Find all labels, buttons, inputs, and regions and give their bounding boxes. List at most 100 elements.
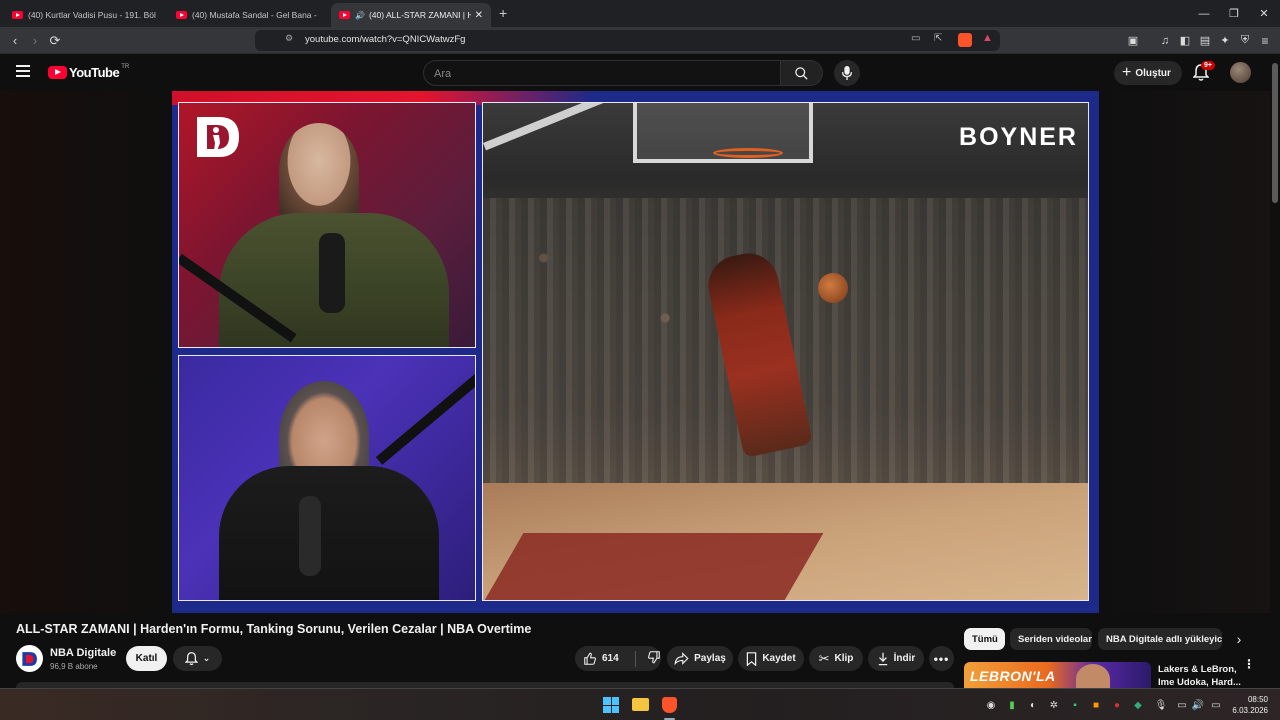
share-page-icon[interactable]: ⇱	[934, 33, 942, 44]
media-icon[interactable]: ♫	[1154, 30, 1176, 51]
back-icon[interactable]: ‹	[4, 30, 26, 51]
tray-app-icon[interactable]: ◆	[1132, 699, 1144, 711]
leo-ai-icon[interactable]: ✦	[1214, 30, 1236, 51]
vpn-icon[interactable]: ⛨	[1234, 30, 1256, 51]
page-background-right	[1099, 91, 1270, 613]
join-button[interactable]: Katıl	[126, 646, 167, 671]
search-button[interactable]	[781, 60, 823, 86]
next-video-title[interactable]: Lakers & LeBron, Ime Udoka, Hard...	[1158, 663, 1241, 689]
tray-app-icon[interactable]: ■	[1090, 699, 1102, 711]
tray-nvidia-icon[interactable]: ▮	[1006, 699, 1018, 711]
url-text: youtube.com/watch?v=QNICWatwzFg	[305, 34, 466, 45]
download-button[interactable]: İndir	[868, 646, 924, 671]
volume-icon[interactable]: 🔊	[1192, 699, 1204, 711]
wallet-icon[interactable]: ▤	[1194, 30, 1216, 51]
search-box[interactable]	[423, 60, 781, 86]
restore-icon[interactable]: ❐	[1219, 0, 1249, 27]
voice-search-button[interactable]	[834, 60, 860, 86]
more-actions-button[interactable]: •••	[929, 646, 954, 671]
create-button[interactable]: + Oluştur	[1114, 61, 1182, 85]
youtube-header: YouTube TR + Oluştur 9+	[0, 55, 1280, 91]
microphone-icon	[841, 66, 853, 80]
chevron-down-icon: ⌄	[202, 653, 211, 663]
chip-uploader-videos[interactable]: NBA Digitale adlı yükleyici	[1098, 628, 1222, 650]
audio-playing-icon[interactable]: 🔊	[355, 11, 365, 20]
taskbar-clock[interactable]: 08:50 6.03.2026	[1232, 694, 1268, 716]
brave-rewards-icon[interactable]: ▲	[982, 32, 993, 44]
tray-app-icon[interactable]: ▪	[1069, 699, 1081, 711]
youtube-favicon-icon	[12, 11, 23, 19]
plus-icon: +	[1122, 64, 1132, 81]
search-icon	[795, 66, 808, 80]
thumbs-down-icon	[648, 651, 660, 664]
next-video-title-line: Lakers & LeBron,	[1158, 664, 1237, 675]
scrollbar-thumb[interactable]	[1272, 63, 1278, 203]
battery-icon[interactable]: ▭	[1208, 699, 1224, 711]
address-bar[interactable]: ⚙ youtube.com/watch?v=QNICWatwzFg ▭ ⇱ ▲	[255, 30, 1000, 51]
search-input[interactable]	[434, 65, 764, 82]
tray-app-icon[interactable]: ◐	[1027, 699, 1039, 711]
next-video-menu-icon[interactable]: ⋮	[1243, 658, 1255, 670]
tray-app-icon[interactable]: ◉	[985, 699, 997, 711]
video-panel-host-top	[178, 102, 476, 348]
chip-all[interactable]: Tümü	[964, 628, 1005, 650]
clip-button[interactable]: ✂ Klip	[809, 646, 863, 671]
browser-tab-active[interactable]: 🔊 (40) ALL-STAR ZAMANI | Hard ✕	[331, 3, 491, 27]
file-explorer-icon[interactable]	[632, 698, 649, 711]
bell-icon	[184, 651, 198, 665]
tab-search-icon[interactable]: ▣	[1122, 30, 1144, 51]
tray-app-icon[interactable]: ●	[1111, 699, 1123, 711]
basketball-rim	[713, 148, 783, 158]
windows-start-icon[interactable]	[603, 697, 619, 713]
youtube-favicon-icon	[176, 11, 187, 19]
save-button[interactable]: Kaydet	[738, 646, 804, 671]
sidebar-toggle-icon[interactable]: ◧	[1174, 30, 1196, 51]
more-horizontal-icon: •••	[933, 651, 950, 666]
save-label: Kaydet	[762, 653, 796, 664]
close-tab-icon[interactable]: ✕	[475, 10, 483, 21]
minimize-icon[interactable]: —	[1189, 0, 1219, 27]
chip-series-videos[interactable]: Seriden videolar	[1010, 628, 1092, 650]
brave-shields-icon[interactable]	[958, 33, 972, 47]
chevron-right-icon[interactable]: ›	[1229, 629, 1249, 649]
tab-title: (40) ALL-STAR ZAMANI | Hard	[368, 10, 471, 20]
brave-browser-icon[interactable]	[662, 697, 677, 713]
notifications-button[interactable]: 9+	[1192, 61, 1215, 87]
share-button[interactable]: Paylaş	[667, 646, 733, 671]
sponsor-watermark: BOYNER	[959, 123, 1078, 151]
close-window-icon[interactable]: ✕	[1249, 0, 1279, 27]
hamburger-menu-icon[interactable]	[16, 65, 30, 77]
clip-label: Klip	[834, 653, 854, 664]
microphone-prop	[299, 496, 321, 576]
divider	[635, 650, 636, 667]
region-code: TR	[121, 63, 130, 70]
browser-tab[interactable]: (40) Kurtlar Vadisi Pusu - 191. Bölüm	[4, 3, 164, 27]
basketball	[818, 273, 848, 303]
nba-digitale-logo-icon	[21, 651, 37, 666]
tray-microphone-icon[interactable]: 🎙	[1155, 699, 1168, 711]
browser-toolbar: ‹ › ⟳ ⌑ ⚙ youtube.com/watch?v=QNICWatwzF…	[0, 27, 1280, 54]
channel-name[interactable]: NBA Digitale	[50, 647, 116, 659]
browser-tab[interactable]: (40) Mustafa Sandal - Gel Bana - You	[168, 3, 326, 27]
site-info-icon[interactable]: ⚙	[285, 33, 293, 44]
menu-icon[interactable]: ≡	[1254, 30, 1276, 51]
cast-icon[interactable]: ▭	[911, 33, 920, 44]
create-label: Oluştur	[1135, 67, 1171, 79]
thumbnail-text: LEBRON'LA	[970, 668, 1056, 684]
scissors-icon: ✂	[818, 650, 830, 666]
channel-avatar[interactable]	[16, 645, 43, 672]
next-video-thumbnail[interactable]: LEBRON'LA	[964, 662, 1151, 688]
dislike-button[interactable]	[647, 650, 661, 667]
reload-icon[interactable]: ⟳	[44, 30, 66, 51]
like-button[interactable]: 614	[583, 652, 624, 666]
subscription-bell-button[interactable]: ⌄	[173, 646, 222, 671]
tray-app-icon[interactable]: ✲	[1048, 699, 1060, 711]
page-scrollbar[interactable]	[1270, 55, 1280, 688]
network-icon[interactable]: ▭	[1176, 699, 1188, 711]
new-tab-icon[interactable]: +	[499, 5, 507, 21]
video-player[interactable]: BOYNER	[172, 91, 1099, 613]
avatar[interactable]	[1230, 62, 1251, 83]
youtube-logo[interactable]: YouTube TR	[48, 63, 130, 80]
forward-icon[interactable]: ›	[24, 30, 46, 51]
clock-time: 08:50	[1247, 695, 1268, 704]
